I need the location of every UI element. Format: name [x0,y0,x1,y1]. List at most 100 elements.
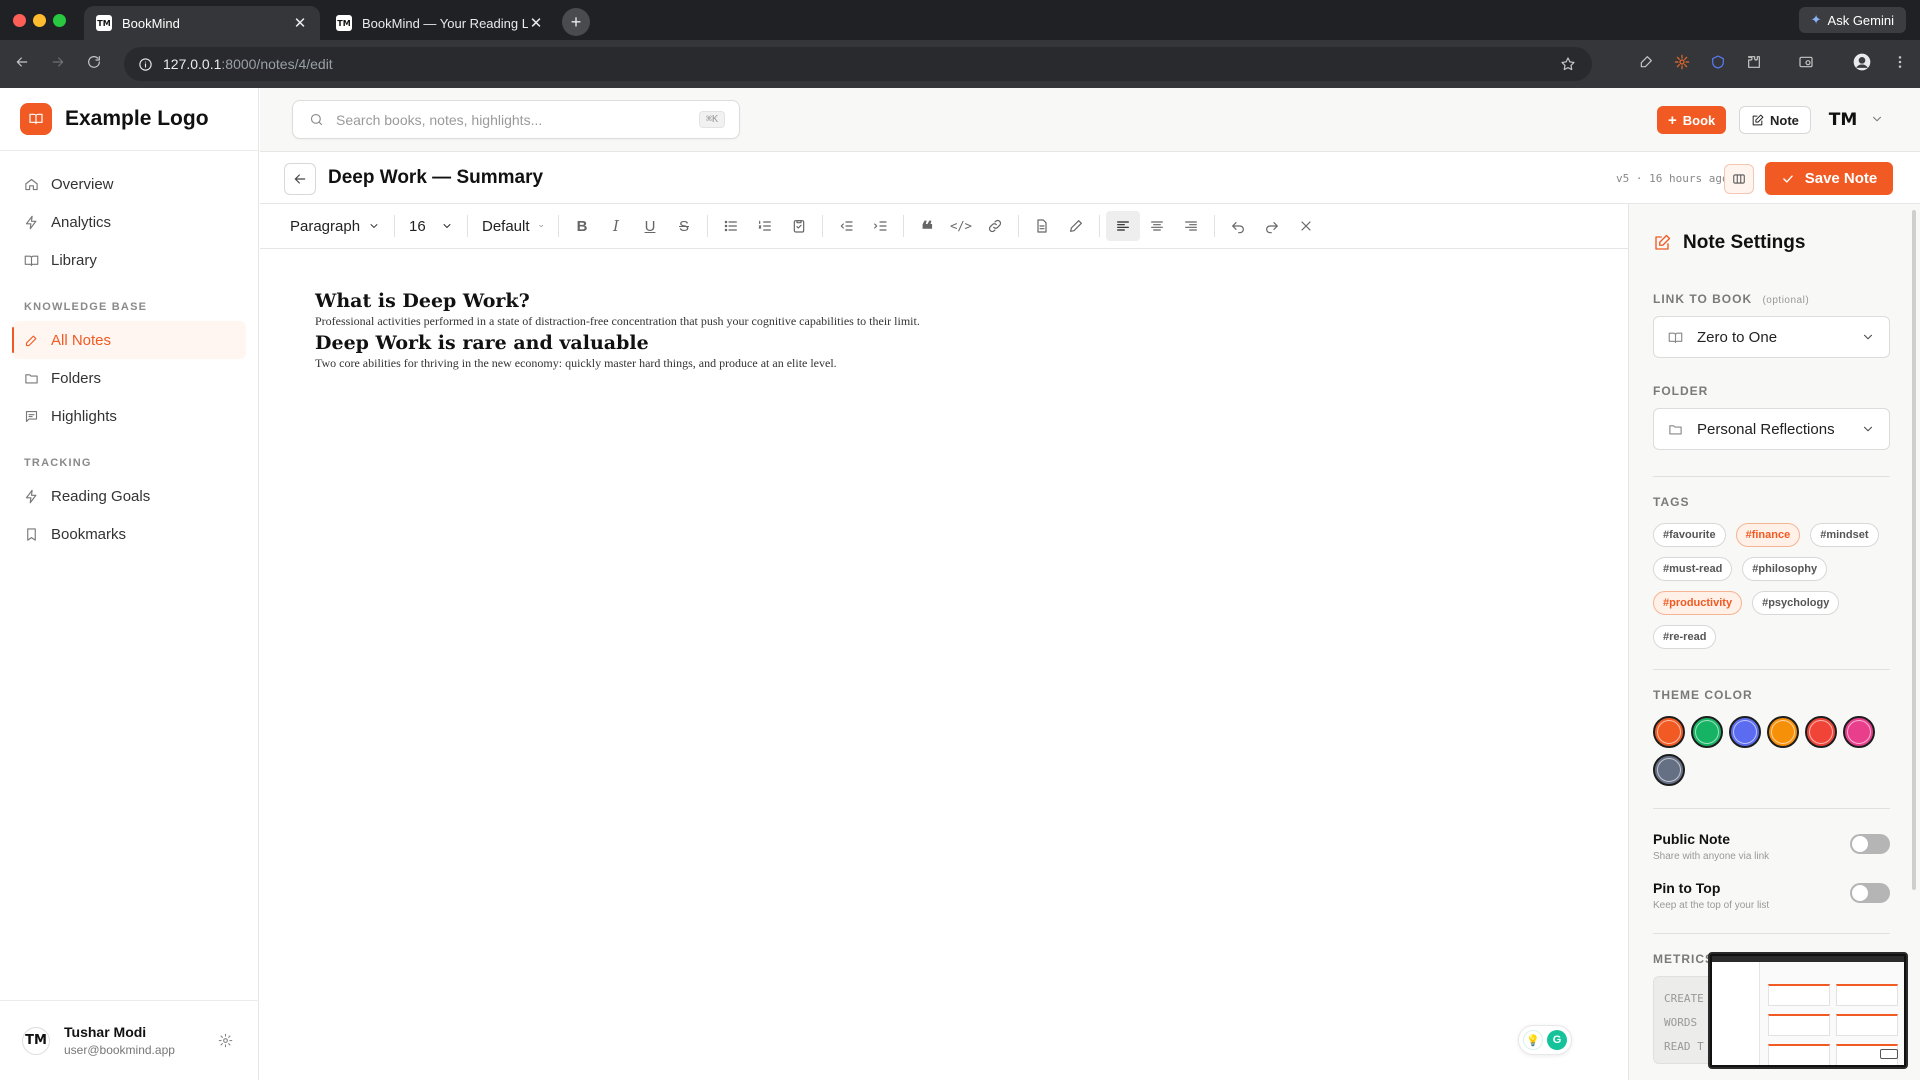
grammarly-widget[interactable]: 💡 G [1518,1025,1572,1055]
back-button[interactable] [284,163,316,195]
theme-color-swatch[interactable] [1729,716,1761,748]
preview-close-icon[interactable] [1880,1049,1898,1059]
browser-tab-bookmind[interactable]: TM BookMind ✕ [84,6,320,40]
blockquote-button[interactable]: ❝ [910,211,944,241]
italic-button[interactable]: I [599,211,633,241]
align-right-button[interactable] [1174,211,1208,241]
browser-tab-bookmind-2[interactable]: TM BookMind — Your Reading Lif ✕ [324,6,556,40]
bold-button[interactable]: B [565,211,599,241]
link-button[interactable] [978,211,1012,241]
strikethrough-button[interactable]: S [667,211,701,241]
tab-search-icon[interactable] [1798,54,1814,70]
forward-arrow-icon[interactable] [50,54,66,70]
align-left-button[interactable] [1106,211,1140,241]
section-title-knowledge-base: KNOWLEDGE BASE [24,301,148,313]
settings-scrollbar[interactable] [1912,210,1916,890]
sidebar-item-all-notes[interactable]: All Notes [12,321,246,359]
redo-button[interactable] [1255,211,1289,241]
highlight-pen-button[interactable] [1059,211,1093,241]
underline-button[interactable]: U [633,211,667,241]
screen-preview-thumbnail[interactable] [1708,952,1908,1069]
maximize-window-button[interactable] [53,14,66,27]
theme-color-swatch[interactable] [1653,716,1685,748]
gear-icon[interactable] [218,1033,233,1048]
close-window-button[interactable] [13,14,26,27]
clear-format-button[interactable] [1289,211,1323,241]
eyedropper-icon[interactable] [1638,54,1654,70]
chevron-down-icon[interactable] [1870,112,1884,126]
back-arrow-icon[interactable] [14,54,30,70]
new-note-button[interactable]: Note [1739,106,1811,134]
preview-image [1712,956,1904,1065]
ask-gemini-button[interactable]: ✦ Ask Gemini [1798,7,1906,33]
sidebar-item-label: Analytics [51,213,112,231]
note-editor-content[interactable]: What is Deep Work? Professional activiti… [260,249,1628,1080]
paragraph-deep-work-definition: Professional activities performed in a s… [315,314,920,328]
reload-icon[interactable] [86,54,102,70]
code-button[interactable]: </> [944,211,978,241]
checklist-button[interactable] [782,211,816,241]
link-to-book-select[interactable]: Zero to One [1653,316,1890,358]
search-input[interactable] [336,111,676,128]
sidebar-item-folders[interactable]: Folders [12,359,246,397]
extension-shield-icon[interactable] [1710,54,1726,70]
tag-chip[interactable]: #re-read [1653,625,1717,649]
tag-chip[interactable]: #productivity [1653,591,1743,615]
extension-sun-icon[interactable] [1674,54,1690,70]
sidebar-item-highlights[interactable]: Highlights [12,397,246,435]
font-size-select[interactable]: 16 [401,211,461,241]
search-box[interactable]: ⌘K [292,100,740,139]
user-profile[interactable]: TM Tushar Modi user@bookmind.app [0,1000,259,1080]
font-family-select[interactable]: Default [474,211,552,241]
extensions-puzzle-icon[interactable] [1746,54,1762,70]
book-open-icon [1668,332,1683,343]
folder-select[interactable]: Personal Reflections [1653,408,1890,450]
sidebar-item-library[interactable]: Library [12,241,246,279]
indent-button[interactable] [863,211,897,241]
theme-color-swatch[interactable] [1805,716,1837,748]
app-sidebar: Example Logo Overview Analytics Library … [0,88,259,1080]
account-avatar[interactable]: TM [1827,104,1859,136]
close-tab-icon[interactable]: ✕ [528,14,544,32]
tag-chip[interactable]: #favourite [1653,523,1726,547]
star-icon[interactable] [1560,56,1576,72]
save-note-button[interactable]: Save Note [1765,162,1893,195]
tag-chip[interactable]: #mindset [1810,523,1879,547]
bullet-list-button[interactable] [714,211,748,241]
theme-color-swatch[interactable] [1653,754,1685,786]
block-type-select[interactable]: Paragraph [282,211,388,241]
undo-button[interactable] [1221,211,1255,241]
tag-chip[interactable]: #must-read [1653,557,1733,581]
minimize-window-button[interactable] [33,14,46,27]
theme-color-swatch[interactable] [1767,716,1799,748]
align-center-button[interactable] [1140,211,1174,241]
browser-menu-icon[interactable] [1892,54,1908,70]
sidebar-item-reading-goals[interactable]: Reading Goals [12,477,246,515]
tag-chip[interactable]: #psychology [1752,591,1840,615]
folder-label: FOLDER [1653,384,1709,398]
note-title[interactable]: Deep Work — Summary [328,167,543,189]
theme-color-swatch[interactable] [1843,716,1875,748]
toggle-panel-button[interactable] [1724,164,1754,194]
logo[interactable]: Example Logo [0,88,258,151]
pin-to-top-toggle[interactable] [1850,883,1890,903]
sidebar-item-overview[interactable]: Overview [12,165,246,203]
address-bar[interactable]: 127.0.0.1 :8000/notes/4/edit [124,47,1592,81]
add-book-button[interactable]: + Book [1657,106,1727,134]
numbered-list-button[interactable] [748,211,782,241]
sidebar-item-bookmarks[interactable]: Bookmarks [12,515,246,553]
search-icon [310,113,323,126]
public-note-toggle[interactable] [1850,834,1890,854]
close-tab-icon[interactable]: ✕ [292,14,308,32]
profile-avatar-icon[interactable] [1852,52,1872,72]
new-tab-button[interactable]: + [562,8,590,36]
theme-color-swatch[interactable] [1691,716,1723,748]
bulb-icon: 💡 [1523,1030,1543,1050]
outdent-button[interactable] [829,211,863,241]
tag-chip[interactable]: #philosophy [1742,557,1828,581]
site-info-icon[interactable] [138,57,153,72]
sidebar-item-analytics[interactable]: Analytics [12,203,246,241]
divider [1653,808,1890,809]
tag-chip[interactable]: #finance [1735,523,1801,547]
insert-document-button[interactable] [1025,211,1059,241]
